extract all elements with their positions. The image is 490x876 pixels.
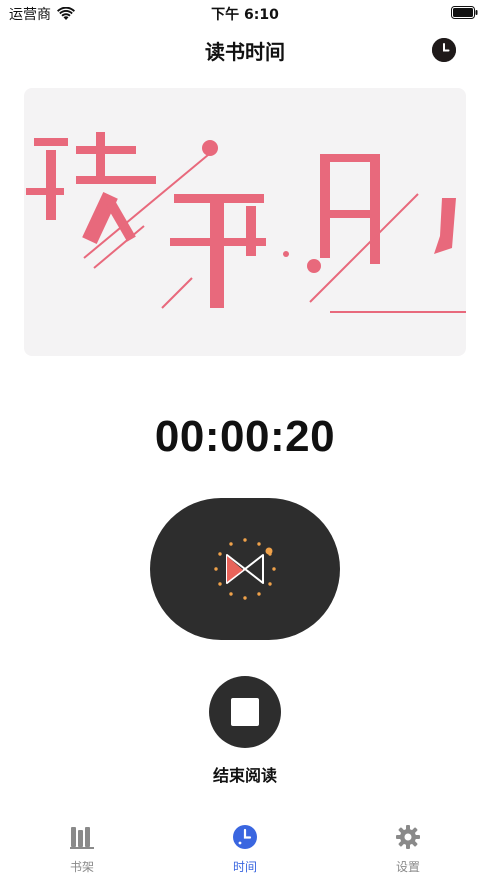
stop-reading-button[interactable] — [209, 676, 281, 748]
tab-bookshelf[interactable]: 书架 — [42, 824, 122, 876]
reading-day-banner — [24, 88, 466, 356]
battery-icon — [451, 6, 478, 19]
tab-settings-label: 设置 — [395, 860, 420, 874]
bookshelf-icon — [70, 827, 94, 849]
stop-icon — [231, 698, 259, 726]
tab-bookshelf-label: 书架 — [69, 860, 94, 874]
hourglass-icon — [214, 538, 276, 600]
banner-artwork — [26, 132, 466, 313]
clock-icon — [432, 38, 456, 62]
status-time: 下午 6:10 — [211, 7, 279, 23]
tab-bar: 书架 时间 设置 — [0, 816, 490, 876]
tab-time[interactable]: 时间 — [205, 824, 285, 876]
history-button[interactable] — [432, 38, 456, 62]
timer-status-button[interactable] — [150, 498, 340, 640]
stop-reading-label: 结束阅读 — [212, 766, 277, 785]
gear-icon — [396, 825, 420, 849]
tab-settings[interactable]: 设置 — [368, 824, 448, 876]
status-bar: 运营商 下午 6:10 — [0, 0, 490, 26]
reading-timer: 00:00:20 — [154, 412, 336, 461]
tab-time-label: 时间 — [232, 860, 257, 874]
page-title: 读书时间 — [205, 40, 285, 64]
clock-icon — [233, 825, 257, 849]
navigation-bar: 读书时间 — [0, 26, 490, 74]
